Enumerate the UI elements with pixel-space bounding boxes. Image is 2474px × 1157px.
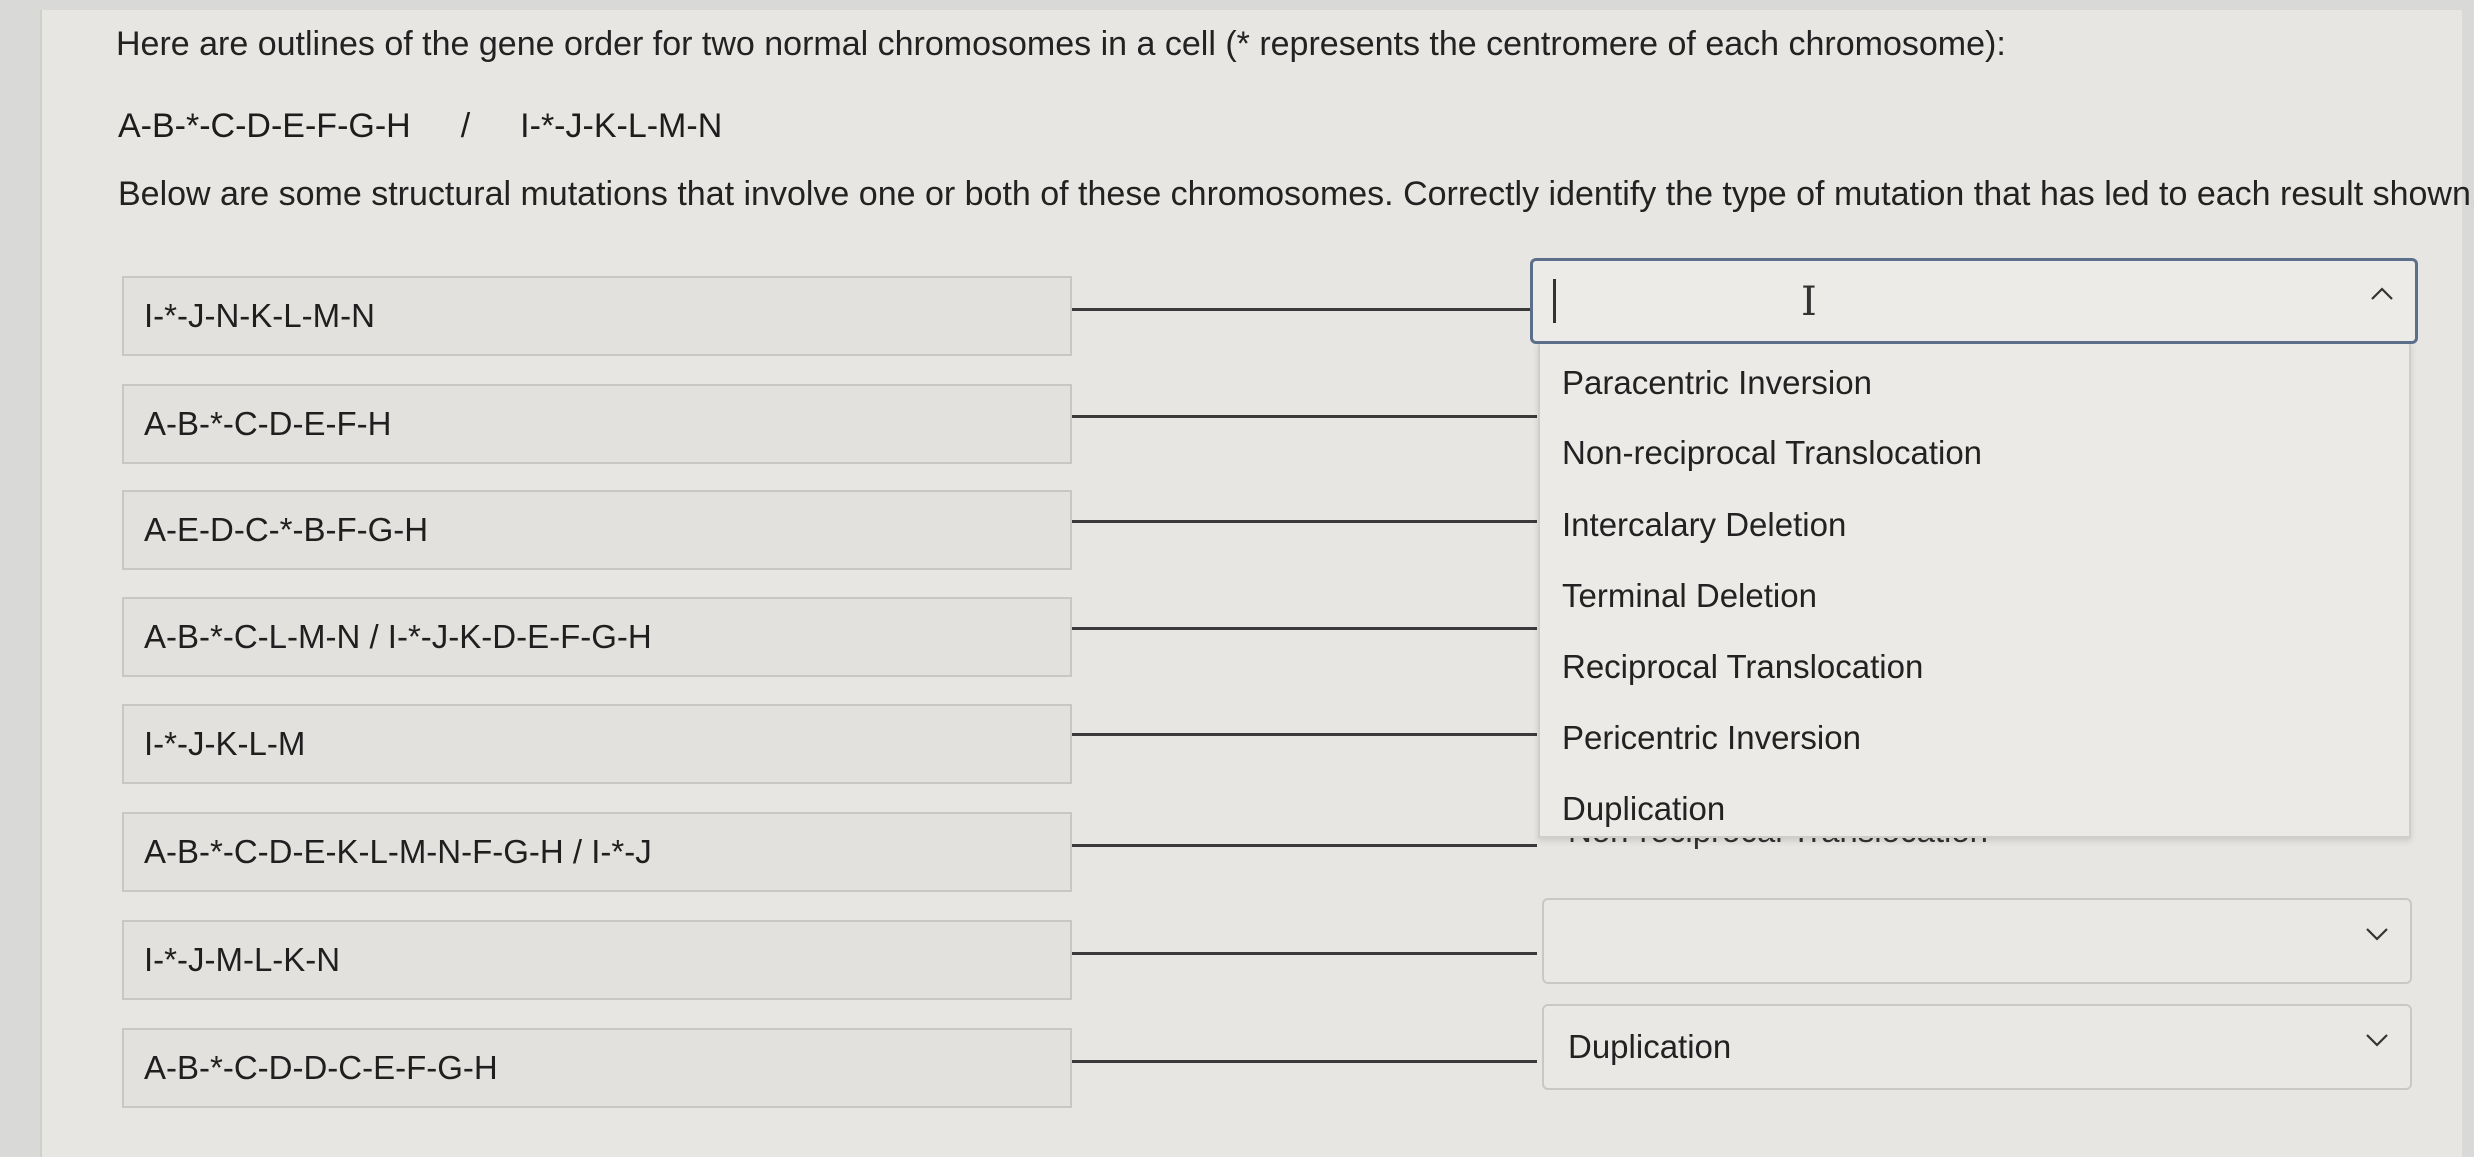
answer-value: Duplication [1568, 1028, 1732, 1065]
prompt-item: A-B-*-C-D-D-C-E-F-G-H [122, 1028, 1072, 1108]
connector-line [1072, 415, 1537, 418]
prompt-item: I-*-J-N-K-L-M-N [122, 276, 1072, 356]
chevron-up-icon[interactable] [2369, 281, 2395, 307]
question-intro: Here are outlines of the gene order for … [116, 25, 2006, 63]
option-intercalary-deletion[interactable]: Intercalary Deletion [1562, 506, 1846, 544]
prompt-label: A-B-*-C-D-D-C-E-F-G-H [144, 1049, 498, 1086]
normal-chromosomes: A-B-*-C-D-E-F-G-H / I-*-J-K-L-M-N [118, 106, 722, 146]
chevron-down-icon [2366, 928, 2388, 941]
connector-line [1072, 844, 1537, 847]
prompt-item: I-*-J-K-L-M [122, 704, 1072, 784]
option-pericentric-inversion[interactable]: Pericentric Inversion [1562, 719, 1861, 757]
option-paracentric-inversion[interactable]: Paracentric Inversion [1562, 364, 1872, 402]
prompt-label: I-*-J-N-K-L-M-N [144, 297, 375, 334]
connector-line [1072, 952, 1537, 955]
prompt-label: A-B-*-C-D-E-F-H [144, 405, 392, 442]
prompt-label: A-E-D-C-*-B-F-G-H [144, 511, 429, 548]
connector-line [1072, 733, 1537, 736]
text-cursor-icon [1553, 279, 1556, 323]
chevron-down-icon [2366, 1034, 2388, 1047]
prompt-label: A-B-*-C-D-E-K-L-M-N-F-G-H / I-*-J [144, 833, 652, 870]
option-non-reciprocal-translocation[interactable]: Non-reciprocal Translocation [1562, 434, 1982, 472]
connector-line [1072, 520, 1537, 523]
prompt-item: I-*-J-M-L-K-N [122, 920, 1072, 1000]
prompt-item: A-B-*-C-D-E-K-L-M-N-F-G-H / I-*-J [122, 812, 1072, 892]
option-duplication[interactable]: Duplication [1562, 790, 1725, 828]
answer-select-1[interactable]: I [1530, 258, 2418, 344]
answer-select-7[interactable] [1542, 898, 2412, 984]
prompt-item: A-B-*-C-D-E-F-H [122, 384, 1072, 464]
chromosome-1: A-B-*-C-D-E-F-G-H [118, 107, 411, 145]
prompt-label: I-*-J-M-L-K-N [144, 941, 341, 978]
question-instruction: Below are some structural mutations that… [118, 175, 2474, 213]
chromosome-2: I-*-J-K-L-M-N [520, 107, 723, 145]
prompt-label: I-*-J-K-L-M [144, 725, 306, 762]
connector-line [1072, 627, 1537, 630]
dropdown-menu: Paracentric Inversion Non-reciprocal Tra… [1538, 342, 2411, 838]
option-reciprocal-translocation[interactable]: Reciprocal Translocation [1562, 648, 1923, 686]
ibeam-cursor-icon: I [1801, 279, 1817, 325]
connector-line [1072, 1060, 1537, 1063]
connector-line [1072, 308, 1537, 311]
hidden-answer-text: Non-reciprocal Translocation [1568, 836, 2008, 850]
prompt-label: A-B-*-C-L-M-N / I-*-J-K-D-E-F-G-H [144, 618, 652, 655]
option-terminal-deletion[interactable]: Terminal Deletion [1562, 577, 1817, 615]
prompt-item: A-B-*-C-L-M-N / I-*-J-K-D-E-F-G-H [122, 597, 1072, 677]
prompt-item: A-E-D-C-*-B-F-G-H [122, 490, 1072, 570]
answer-select-8[interactable]: Duplication [1542, 1004, 2412, 1090]
chromosome-separator: / [460, 107, 471, 145]
